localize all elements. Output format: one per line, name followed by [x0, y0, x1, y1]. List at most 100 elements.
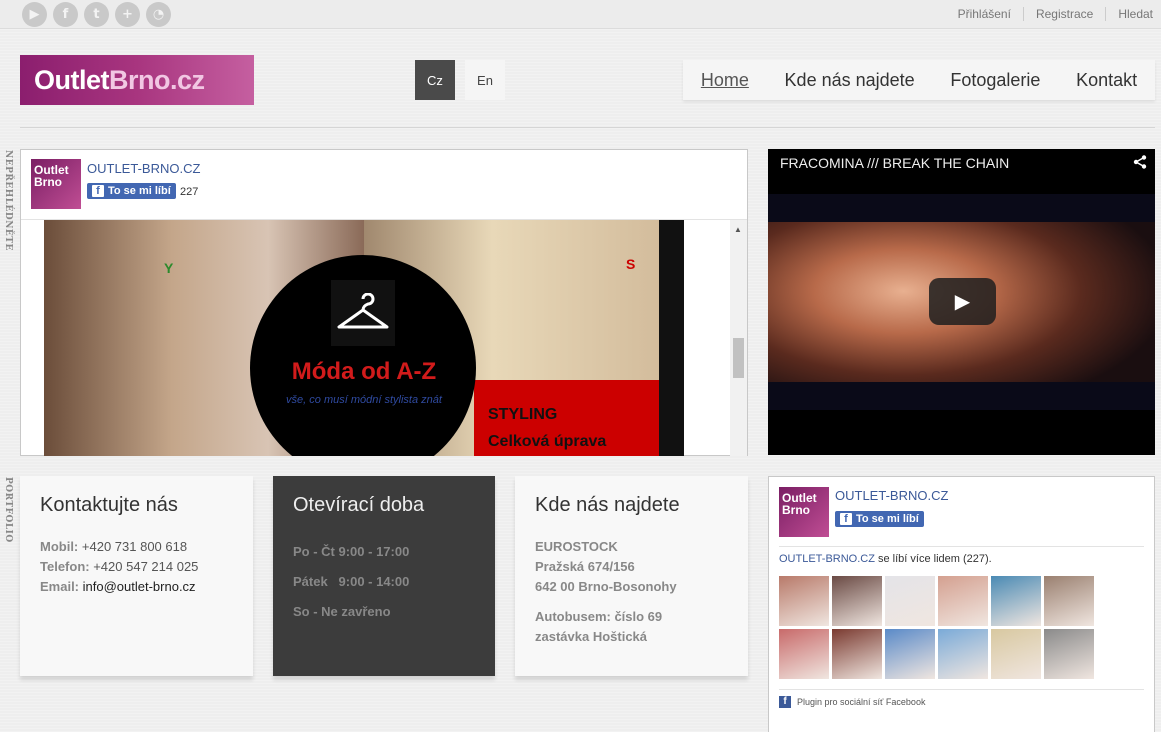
- facebook-like-box: Outlet Brno OUTLET-BRNO.CZ f To se mi lí…: [768, 476, 1155, 732]
- fb-fans-grid: [779, 576, 1094, 679]
- lang-en-button[interactable]: En: [465, 60, 505, 100]
- fb-likebox-divider-top: [779, 546, 1144, 547]
- bus-line-1: Autobusem: číslo 69: [535, 609, 663, 624]
- fb-plugin-label: Plugin pro sociální síť Facebook: [797, 697, 926, 707]
- login-link[interactable]: Přihlášení: [946, 7, 1023, 21]
- fb-likebox-like-label: To se mi líbí: [856, 513, 919, 525]
- youtube-icon[interactable]: ▶: [22, 2, 47, 27]
- promo-image[interactable]: Móda od A-Z vše, co musí módní stylista …: [44, 220, 684, 456]
- fb-plugin-footer[interactable]: f Plugin pro sociální síť Facebook: [779, 696, 925, 708]
- facebook-f-icon: f: [840, 513, 852, 525]
- location-line-1: EUROSTOCK: [535, 539, 618, 554]
- logo-text-brno: Brno.cz: [109, 64, 205, 95]
- logo-text-outlet: Outlet: [34, 64, 110, 95]
- site-logo[interactable]: Outlet Brno.cz: [20, 55, 254, 105]
- promo-letter-s: S: [626, 256, 636, 272]
- lang-cz-button[interactable]: Cz: [415, 60, 455, 100]
- fb-avatar-line2: Brno: [34, 175, 62, 189]
- location-line-2: Pražská 674/156: [535, 559, 635, 574]
- fb-likes-page-link[interactable]: OUTLET-BRNO.CZ: [779, 553, 875, 565]
- play-icon[interactable]: ▶: [929, 278, 996, 325]
- contact-row-mobile: Mobil: +420 731 800 618: [40, 537, 233, 557]
- video-title[interactable]: FRACOMINA /// BREAK THE CHAIN: [780, 155, 1009, 171]
- register-link[interactable]: Registrace: [1022, 7, 1105, 21]
- facebook-icon[interactable]: f: [53, 2, 78, 27]
- promo-title: Móda od A-Z: [291, 358, 437, 385]
- social-icons: ▶ f t + ◔: [22, 2, 171, 27]
- main-nav: Home Kde nás najdete Fotogalerie Kontakt: [683, 60, 1155, 100]
- hours-row-weekend: So - Ne zavřeno: [293, 604, 391, 619]
- side-label-portfolio: PORTFOLIO: [3, 477, 13, 543]
- mobile-value: +420 731 800 618: [81, 539, 188, 554]
- fb-fan-avatar[interactable]: [938, 576, 988, 626]
- fb-fan-avatar[interactable]: [779, 576, 829, 626]
- fb-like-label: To se mi líbí: [108, 185, 171, 197]
- fb-likebox-like-button[interactable]: f To se mi líbí: [835, 511, 924, 527]
- fb-page-name[interactable]: OUTLET-BRNO.CZ: [87, 161, 200, 176]
- top-links: Přihlášení Registrace Hledat: [946, 7, 1153, 21]
- fb-fan-avatar[interactable]: [1044, 576, 1094, 626]
- video-letterbox-bottom: [768, 382, 1155, 410]
- email-link[interactable]: info@outlet-brno.cz: [83, 579, 196, 594]
- phone-label: Telefon:: [40, 559, 90, 574]
- email-label: Email:: [40, 579, 80, 594]
- fb-page-header: Outlet Brno OUTLET-BRNO.CZ f To se mi lí…: [21, 150, 747, 220]
- header-divider: [20, 127, 1155, 128]
- nav-fotogalerie[interactable]: Fotogalerie: [950, 70, 1040, 91]
- fb-embed-scrollbar[interactable]: ▲: [730, 220, 747, 456]
- fb-fan-avatar[interactable]: [885, 629, 935, 679]
- hours-row-weekday: Po - Čt 9:00 - 17:00: [293, 544, 410, 559]
- bus-line-2: zastávka Hoštická: [535, 629, 648, 644]
- promo-styling: STYLING: [488, 406, 558, 423]
- location-line-3: 642 00 Brno-Bosonohy: [535, 579, 677, 594]
- fb-fan-avatar[interactable]: [991, 629, 1041, 679]
- nav-kontakt[interactable]: Kontakt: [1076, 70, 1137, 91]
- fb-like-count: 227: [180, 186, 199, 198]
- promo-subtitle: vše, co musí módní stylista znát: [286, 394, 442, 406]
- nav-kde-nas-najdete[interactable]: Kde nás najdete: [785, 70, 915, 91]
- fb-fan-avatar[interactable]: [1044, 629, 1094, 679]
- contact-card: Kontaktujte nás Mobil: +420 731 800 618 …: [20, 476, 253, 676]
- fb-likebox-avatar[interactable]: Outlet Brno: [779, 487, 829, 537]
- fb-likes-summary: OUTLET-BRNO.CZ se líbí více lidem (227).: [779, 553, 992, 565]
- fb-fan-avatar[interactable]: [832, 629, 882, 679]
- facebook-f-icon: f: [92, 185, 104, 197]
- share-icon[interactable]: [1133, 155, 1147, 172]
- twitter-icon[interactable]: t: [84, 2, 109, 27]
- location-card: Kde nás najdete EUROSTOCK Pražská 674/15…: [515, 476, 748, 676]
- hanger-icon: [331, 280, 395, 346]
- search-link[interactable]: Hledat: [1105, 7, 1153, 21]
- nav-home[interactable]: Home: [701, 70, 749, 91]
- fb-fan-avatar[interactable]: [991, 576, 1041, 626]
- hours-heading: Otevírací doba: [293, 494, 425, 516]
- rss-icon[interactable]: ◔: [146, 2, 171, 27]
- fb-likes-text: se líbí více lidem (227).: [874, 553, 992, 565]
- contact-row-phone: Telefon: +420 547 214 025: [40, 557, 233, 577]
- youtube-video-player[interactable]: FRACOMINA /// BREAK THE CHAIN ▶: [768, 149, 1155, 455]
- side-label-neprehlednete: NEPŘEHLÉDNĚTE: [3, 150, 13, 251]
- facebook-small-icon: f: [779, 696, 791, 708]
- opening-hours-card: Otevírací doba Po - Čt 9:00 - 17:00 Páte…: [273, 476, 495, 676]
- google-plus-icon[interactable]: +: [115, 2, 140, 27]
- fb-like-button[interactable]: f To se mi líbí: [87, 183, 176, 199]
- contact-row-email: Email: info@outlet-brno.cz: [40, 577, 233, 597]
- promo-celkova: Celková úprava: [488, 433, 607, 450]
- hours-row-friday: Pátek 9:00 - 14:00: [293, 574, 410, 589]
- fb-fan-avatar[interactable]: [938, 629, 988, 679]
- promo-black-strip: [659, 220, 684, 456]
- promo-letter-y: Y: [164, 260, 174, 276]
- fb-page-avatar[interactable]: Outlet Brno: [31, 159, 81, 209]
- fb-likebox-divider-bottom: [779, 689, 1144, 690]
- video-letterbox-top: [768, 194, 1155, 222]
- fb-likebox-page-name[interactable]: OUTLET-BRNO.CZ: [835, 488, 948, 503]
- fb-fan-avatar[interactable]: [885, 576, 935, 626]
- fb-fan-avatar[interactable]: [779, 629, 829, 679]
- fb-likebox-avatar-line2: Brno: [782, 503, 810, 517]
- phone-value: +420 547 214 025: [93, 559, 199, 574]
- scrollbar-thumb[interactable]: [733, 338, 744, 378]
- contact-heading: Kontaktujte nás: [40, 494, 178, 516]
- location-heading: Kde nás najdete: [535, 494, 680, 516]
- fb-fan-avatar[interactable]: [832, 576, 882, 626]
- mobile-label: Mobil:: [40, 539, 79, 554]
- scroll-up-arrow-icon[interactable]: ▲: [734, 225, 742, 234]
